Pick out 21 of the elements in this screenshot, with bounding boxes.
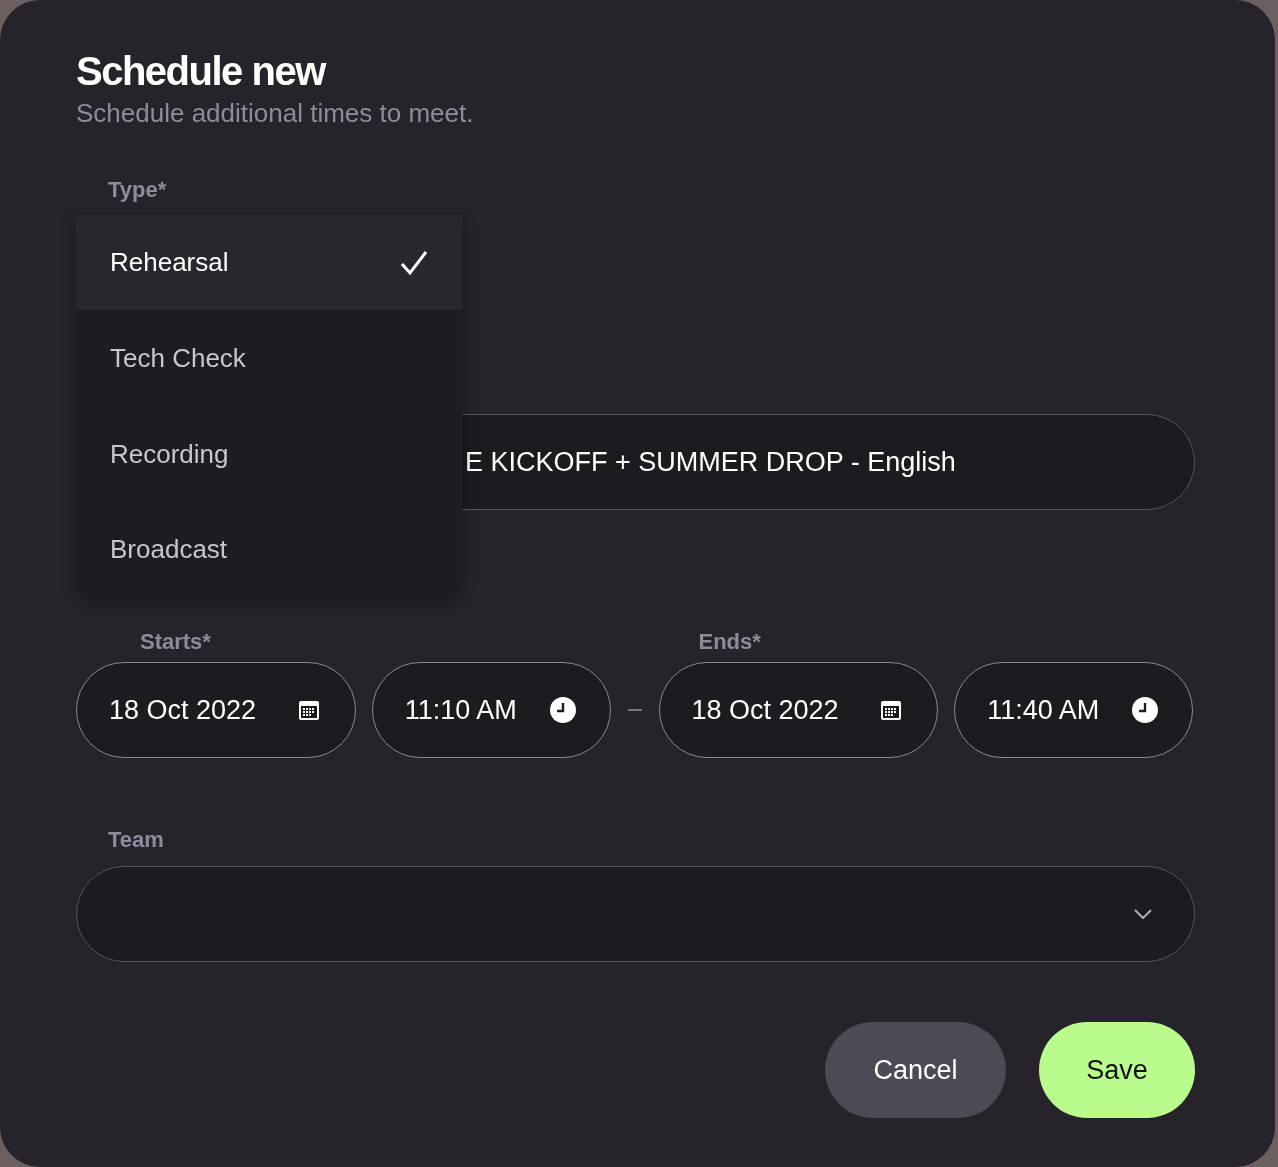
save-button[interactable]: Save — [1039, 1022, 1195, 1118]
menu-item[interactable]: Rehearsal — [76, 215, 462, 310]
clock-icon — [1132, 697, 1158, 723]
chevron-down-icon — [1134, 909, 1152, 919]
dialog-subtitle: Schedule additional times to meet. — [76, 97, 474, 130]
calendar-icon — [879, 698, 904, 722]
cancel-button[interactable]: Cancel — [825, 1022, 1006, 1118]
menu-item[interactable]: Tech Check — [76, 310, 462, 406]
clock-icon — [549, 697, 576, 723]
field-label: Team — [108, 826, 164, 854]
calendar-icon — [296, 698, 321, 722]
field-label: Type* — [108, 176, 167, 204]
date-field[interactable]: 18 Oct 2022 — [658, 662, 939, 758]
checkmark-icon — [400, 249, 428, 276]
field-label: Ends* — [698, 628, 761, 656]
date-field[interactable]: 18 Oct 2022 — [76, 662, 356, 758]
field-label: Starts* — [140, 628, 211, 656]
time-field[interactable]: 11:40 AM — [954, 662, 1193, 758]
dialog-title: Schedule new — [76, 48, 325, 95]
dash-icon — [627, 709, 642, 711]
time-field[interactable]: 11:10 AM — [371, 662, 611, 758]
